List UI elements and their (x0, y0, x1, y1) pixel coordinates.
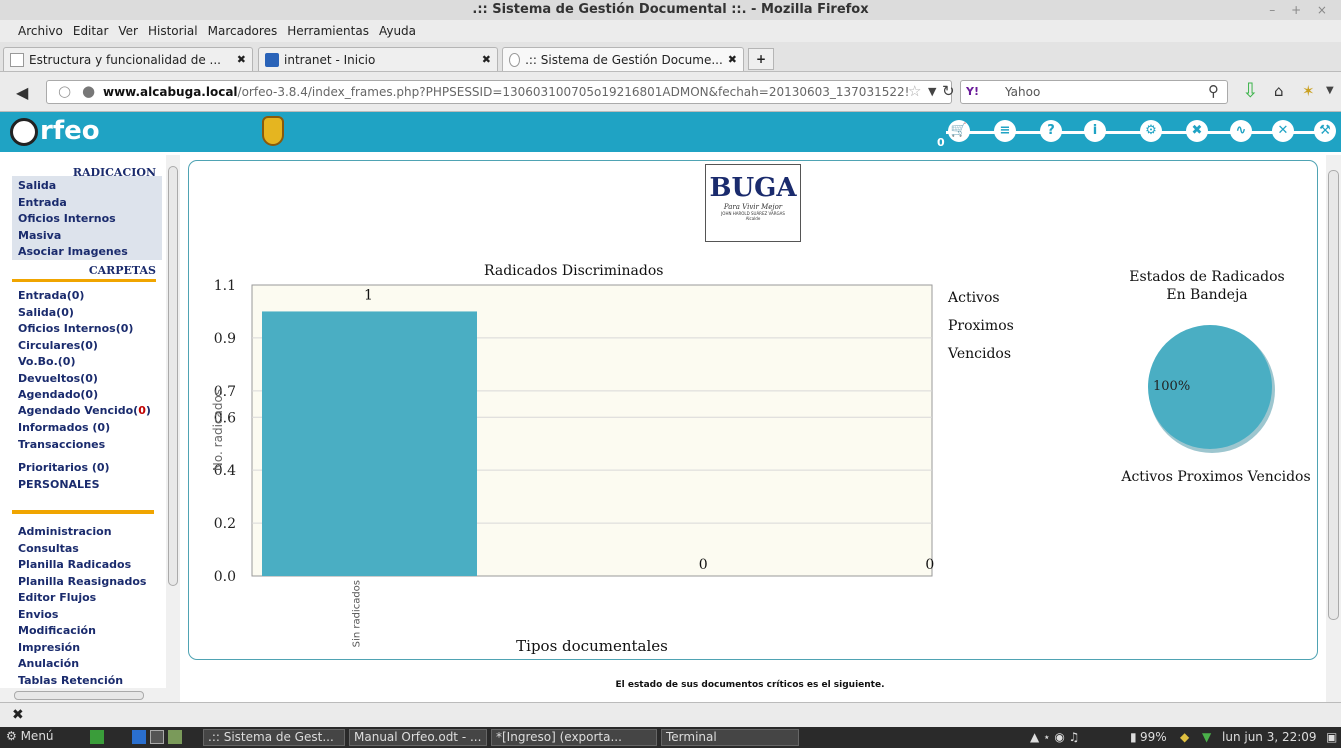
start-menu[interactable]: ⚙ Menú (6, 729, 54, 743)
taskbar: ⚙ Menú .:: Sistema de Gest... Manual Orf… (0, 727, 1341, 748)
bar-data-label: 0 (925, 557, 934, 573)
close-findbar-icon[interactable]: ✖ (12, 707, 24, 723)
x-axis-label: Tipos documentales (516, 637, 668, 655)
shield-icon[interactable]: ▼ (1202, 730, 1211, 744)
pie-legend: Activos Proximos Vencidos (1120, 469, 1310, 485)
desktop-icon[interactable] (90, 730, 104, 744)
bar-data-label: 1 (364, 287, 373, 303)
y-tick-label: 0.0 (214, 569, 236, 585)
show-desktop-icon[interactable]: ▣ (1326, 730, 1337, 744)
legend-item: Vencidos (947, 346, 1011, 362)
tray-icons[interactable]: ▲ ⋆ ◉ ♫ (1030, 730, 1079, 744)
gear-icon: ⚙ (6, 729, 21, 743)
terminal-launcher-icon[interactable] (150, 730, 164, 744)
bar-chart-title: Radicados Discriminados (484, 263, 663, 279)
bar-data-label: 0 (699, 557, 708, 573)
task-sistema[interactable]: .:: Sistema de Gest... (203, 729, 345, 746)
battery-icon: ▮ (1130, 730, 1137, 744)
launcher-icon[interactable] (132, 730, 146, 744)
start-menu-label: Menú (20, 729, 54, 743)
x-tick-label: Sin radicados (351, 580, 362, 647)
update-shield-icon[interactable]: ◆ (1180, 730, 1189, 744)
y-tick-label: 0.2 (214, 516, 236, 532)
critical-status-note: El estado de sus documentos críticos es … (615, 680, 885, 690)
task-ingreso[interactable]: *[Ingreso] (exporta... (491, 729, 657, 746)
y-axis-label: No. radicados (211, 389, 225, 471)
pie-title-line: En Bandeja (1166, 287, 1247, 303)
battery-percent: 99% (1140, 730, 1167, 744)
clock: lun jun 3, 22:09 (1222, 730, 1317, 744)
status-bar: ✖ (0, 702, 1341, 727)
files-icon[interactable] (168, 730, 182, 744)
bar (262, 311, 477, 576)
legend-item: Activos (947, 290, 1000, 306)
main-scroll-thumb[interactable] (1328, 170, 1339, 620)
pie-title-line: Estados de Radicados (1129, 269, 1285, 285)
y-tick-label: 0.9 (214, 331, 236, 347)
bar-chart: 1.10.90.70.60.40.20.0Radicados Discrimin… (211, 263, 1014, 655)
y-tick-label: 1.1 (214, 278, 236, 294)
task-terminal[interactable]: Terminal (661, 729, 799, 746)
task-manual[interactable]: Manual Orfeo.odt - ... (349, 729, 487, 746)
legend-item: Proximos (948, 318, 1014, 334)
charts-svg: 1.10.90.70.60.40.20.0Radicados Discrimin… (211, 263, 1311, 655)
pie-slice-label: 100% (1153, 379, 1190, 394)
pie-chart: Estados de Radicados En Bandeja 100% Activo… (1120, 269, 1310, 485)
